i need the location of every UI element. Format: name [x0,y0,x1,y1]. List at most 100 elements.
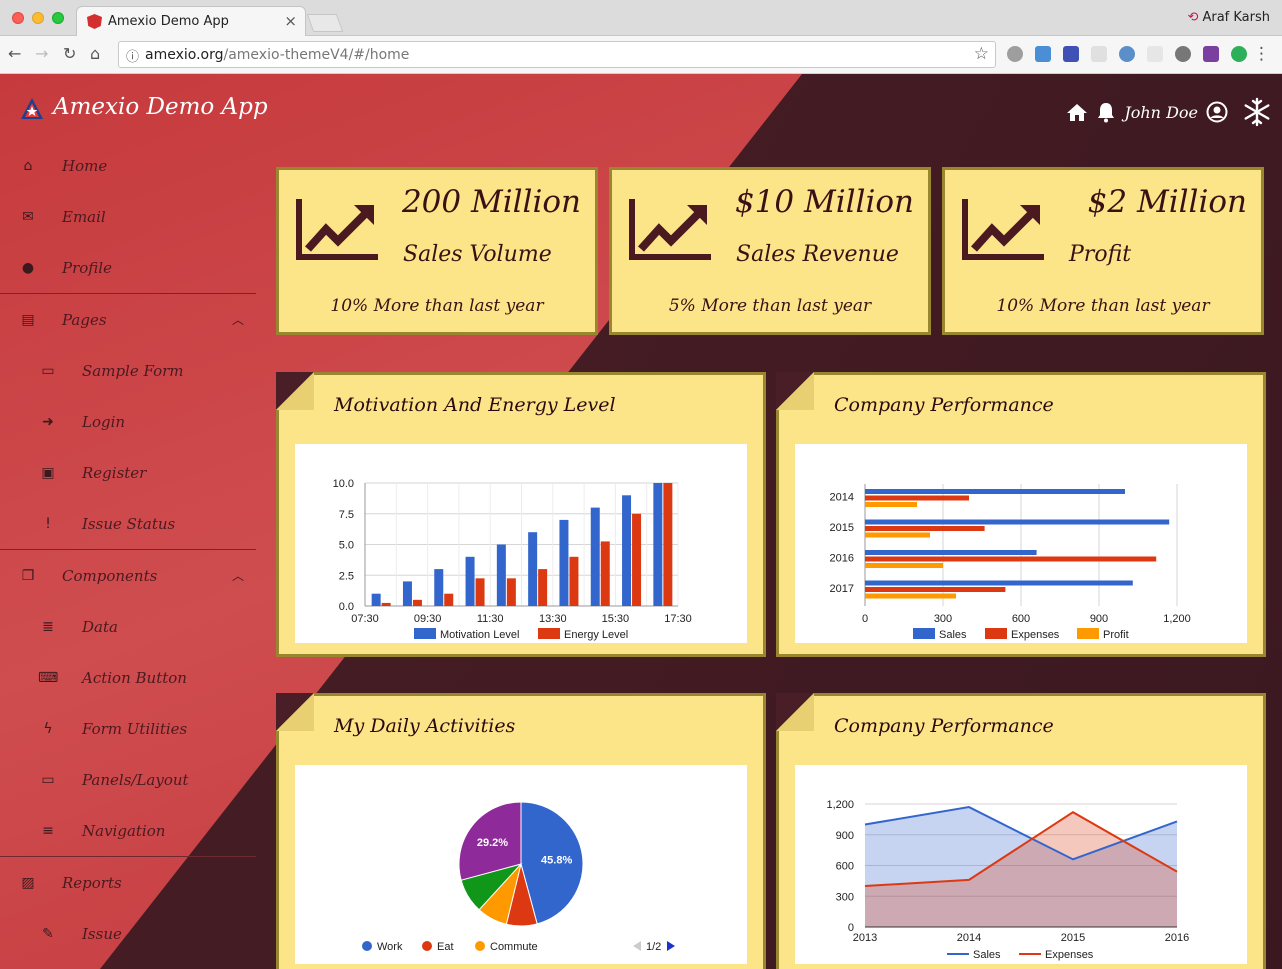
card-label: Sales Volume [403,242,552,267]
sidebar-item-label: Form Utilities [82,719,188,738]
bookmark-star-icon[interactable]: ☆ [974,44,989,64]
bar-energy-level [381,602,391,606]
extension-icon[interactable] [1203,46,1219,62]
legend-swatch [362,941,372,951]
y-tick-label: 0.0 [339,601,354,613]
bar-profit [865,563,943,568]
sidebar-item-label: Data [82,617,118,636]
snowflake-settings-icon[interactable] [1242,97,1272,127]
card-footer: 10% More than last year [996,296,1210,316]
card-footer: 5% More than last year [668,296,872,316]
bar-expenses [865,556,1157,562]
extension-icon[interactable] [1231,46,1247,62]
extension-icon[interactable] [1147,46,1163,62]
panel-company-performance-bars: Company Performance 0 300 600 900 1,200 2014 2… [776,372,1266,657]
address-bar[interactable]: ⓘ amexio.org/amexio-themeV4/#/home ☆ [118,41,996,68]
browser-profile[interactable]: ⟲ Araf Karsh [1188,10,1270,25]
browser-tab[interactable]: Amexio Demo App × [76,6,306,36]
bar-expenses [865,495,969,501]
user-avatar-icon[interactable] [1206,101,1228,123]
info-card-sales-volume: 200 Million Sales Volume 10% More than l… [276,167,598,335]
legend-prev-icon[interactable] [633,941,641,951]
legend-label: Commute [490,941,538,953]
bar-profit [865,502,917,507]
bar-sales [865,489,1125,494]
x-tick-label: 2014 [957,932,981,944]
bar-energy-level [538,569,548,606]
legend-swatch [422,941,432,951]
sidebar-item-label: Panels/Layout [82,770,189,789]
x-tick-label: 07:30 [351,613,379,625]
sidebar: ⌂ Home ✉ Email ● Profile ▤ Pages ︿ ▭ Sam… [0,140,256,959]
sidebar-item-action-button[interactable]: ⌨ Action Button [0,652,256,703]
chart-daily-activities: 45.8% 29.2% Work Eat Commute 1/2 [295,765,747,964]
home-icon[interactable]: ⌂ [90,44,100,63]
clone-icon: ❐ [21,567,35,584]
extension-icon[interactable] [1035,46,1051,62]
sidebar-item-form-utilities[interactable]: ϟ Form Utilities [0,703,256,754]
minimize-window-button[interactable] [32,12,44,24]
extension-icon[interactable] [1091,46,1107,62]
back-icon[interactable]: ← [8,44,21,63]
sidebar-item-label: Login [82,412,126,431]
sidebar-item-profile[interactable]: ● Profile [0,242,256,293]
legend-label: Expenses [1045,949,1094,961]
reload-icon[interactable]: ↻ [63,44,76,63]
user-name[interactable]: John Doe [1124,103,1198,122]
info-card-profit: $2 Million Profit 10% More than last yea… [942,167,1264,335]
profile-name: Araf Karsh [1202,10,1270,25]
sidebar-item-issue-status[interactable]: ! Issue Status [0,498,256,549]
sign-in-icon: ➜ [42,413,54,430]
sidebar-item-data[interactable]: ≣ Data [0,601,256,652]
y-tick-label: 7.5 [339,509,354,521]
sidebar-item-sample-form[interactable]: ▭ Sample Form [0,345,256,396]
sidebar-item-home[interactable]: ⌂ Home [0,140,256,191]
forward-icon[interactable]: → [35,44,48,63]
sidebar-item-navigation[interactable]: ≡ Navigation [0,805,256,856]
browser-menu-icon[interactable]: ⋮ [1253,44,1270,64]
bar-expenses [865,526,985,531]
extension-icon[interactable] [1175,46,1191,62]
chevron-up-icon: ︿ [231,313,244,327]
tab-close-icon[interactable]: × [284,12,297,30]
info-icon[interactable]: ⓘ [126,46,139,65]
extension-icon[interactable] [1007,46,1023,62]
home-icon[interactable] [1066,102,1088,122]
address-card-icon: ▣ [41,464,55,481]
panel-title: My Daily Activities [334,715,516,737]
maximize-window-button[interactable] [52,12,64,24]
y-tick-label: 1,200 [826,799,854,811]
y-tick-label: 2.5 [339,570,354,582]
y-tick-label: 600 [836,861,854,873]
y-tick-label: 2017 [830,583,854,595]
legend-swatch [1077,628,1099,639]
close-window-button[interactable] [12,12,24,24]
sidebar-item-pages[interactable]: ▤ Pages ︿ [0,294,256,345]
envelope-icon: ✉ [22,208,34,225]
new-tab-button[interactable] [306,14,344,32]
sidebar-item-components[interactable]: ❐ Components ︿ [0,550,256,601]
sidebar-item-register[interactable]: ▣ Register [0,447,256,498]
bar-profit [865,593,956,599]
keyboard-icon: ⌨ [38,669,59,686]
sidebar-item-login[interactable]: ➜ Login [0,396,256,447]
legend-next-icon[interactable] [667,941,675,951]
legend-swatch [538,628,560,639]
bolt-icon: ϟ [43,720,53,737]
bar-energy-level [600,541,610,606]
bar-energy-level [506,578,516,606]
bell-icon[interactable] [1096,101,1116,123]
extension-icon[interactable] [1063,46,1079,62]
sidebar-item-email[interactable]: ✉ Email [0,191,256,242]
sidebar-item-issue[interactable]: ✎ Issue [0,908,256,959]
sidebar-item-label: Components [62,566,158,585]
x-tick-label: 2013 [853,932,877,944]
card-value: $2 Million [1087,184,1247,220]
sidebar-item-panels-layout[interactable]: ▭ Panels/Layout [0,754,256,805]
sidebar-item-label: Pages [62,310,107,329]
sidebar-item-reports[interactable]: ▨ Reports [0,857,256,908]
sidebar-item-label: Email [62,207,106,226]
extension-icon[interactable] [1119,46,1135,62]
chart-company-area-svg: 03006009001,2002013 2014 2015 2016Sales Expe… [826,799,1189,961]
bar-motivation-level [528,532,538,606]
